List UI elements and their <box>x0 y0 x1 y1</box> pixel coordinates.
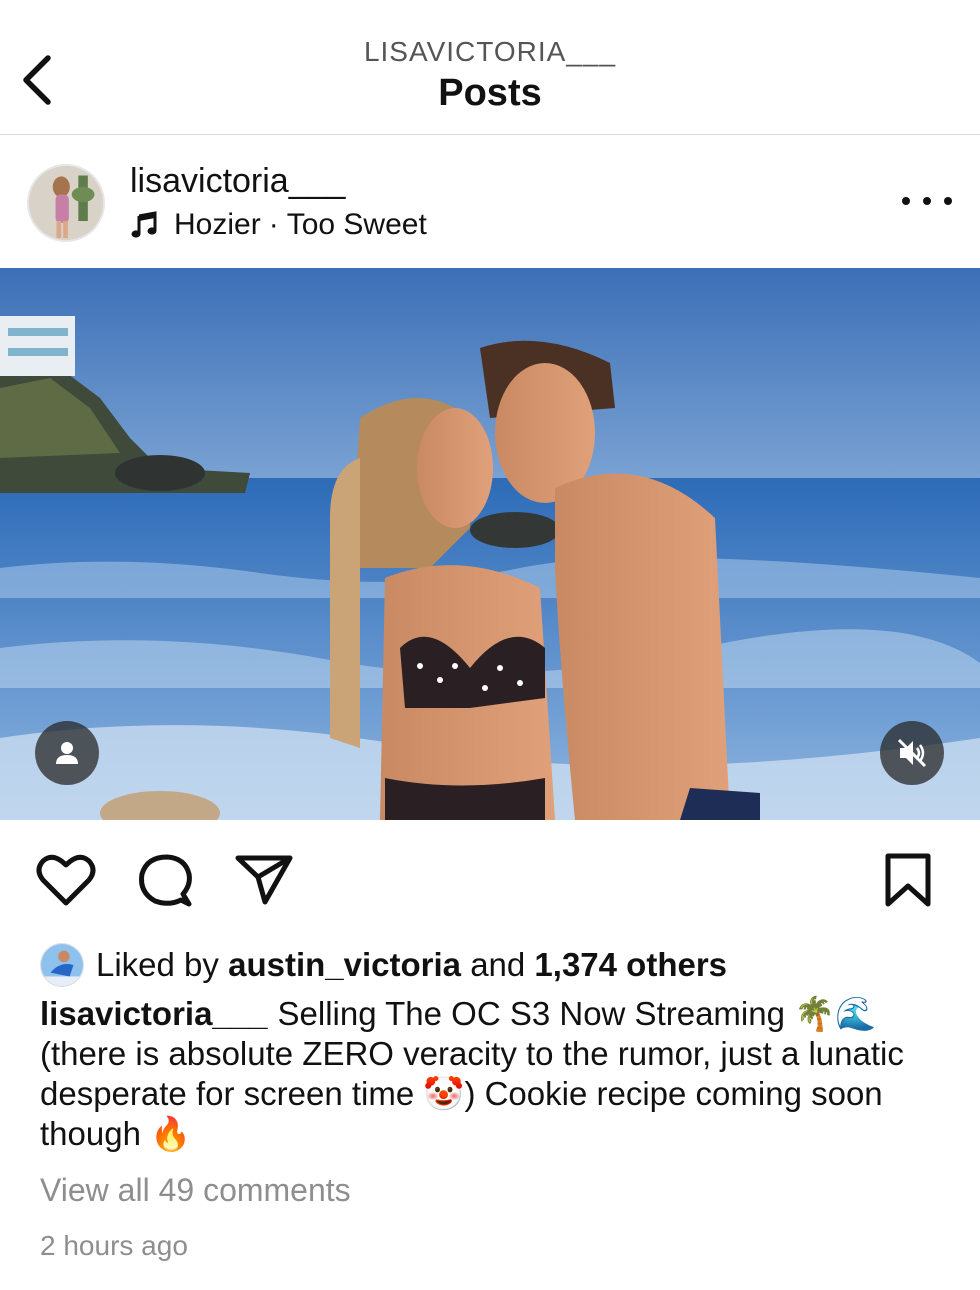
post-photo <box>0 268 980 820</box>
post-caption: lisavictoria___ Selling The OC S3 Now Str… <box>40 994 940 1154</box>
likes-summary[interactable]: Liked by austin_victoria and 1,374 other… <box>40 942 727 988</box>
bookmark-icon <box>885 853 931 907</box>
liker-username[interactable]: austin_victoria <box>228 946 461 984</box>
profile-username-header: LISAVICTORIA___ <box>363 36 617 67</box>
post-actions <box>0 820 980 940</box>
post-timestamp: 2 hours ago <box>40 1230 188 1261</box>
speaker-muted-icon <box>897 738 927 768</box>
tagged-people-button[interactable] <box>35 721 99 785</box>
view-all-comments-link[interactable]: View all 49 comments <box>40 1172 351 1209</box>
comment-button[interactable] <box>133 850 197 910</box>
comment-icon <box>139 854 192 907</box>
avatar-image <box>29 166 103 240</box>
page-title: Posts <box>438 72 542 114</box>
share-button[interactable] <box>232 850 296 910</box>
more-options-button[interactable] <box>902 186 952 216</box>
audio-artist: Hozier <box>174 208 261 241</box>
avatar[interactable] <box>27 164 105 242</box>
top-nav-bar: LISAVICTORIA___ Posts <box>0 0 980 135</box>
mute-toggle-button[interactable] <box>880 721 944 785</box>
post-username[interactable]: lisavictoria___ <box>130 162 345 201</box>
like-button[interactable] <box>34 850 98 910</box>
audio-track: Too Sweet <box>286 208 427 241</box>
post-media[interactable] <box>0 268 980 820</box>
audio-separator: · <box>268 208 279 241</box>
likes-middle: and <box>470 946 526 983</box>
caption-username[interactable]: lisavictoria___ <box>40 995 268 1032</box>
more-horizontal-icon <box>902 197 910 205</box>
heart-icon <box>36 854 96 906</box>
music-note-icon <box>130 210 160 240</box>
save-button[interactable] <box>876 850 940 910</box>
liker-avatar <box>40 943 84 987</box>
post-header: lisavictoria___ Hozier · Too Sweet <box>0 136 980 268</box>
likes-prefix: Liked by <box>96 946 219 983</box>
audio-attribution[interactable]: Hozier · Too Sweet <box>130 208 427 242</box>
likes-count[interactable]: 1,374 others <box>534 946 727 984</box>
user-tag-icon <box>56 742 78 764</box>
send-icon <box>235 855 293 905</box>
